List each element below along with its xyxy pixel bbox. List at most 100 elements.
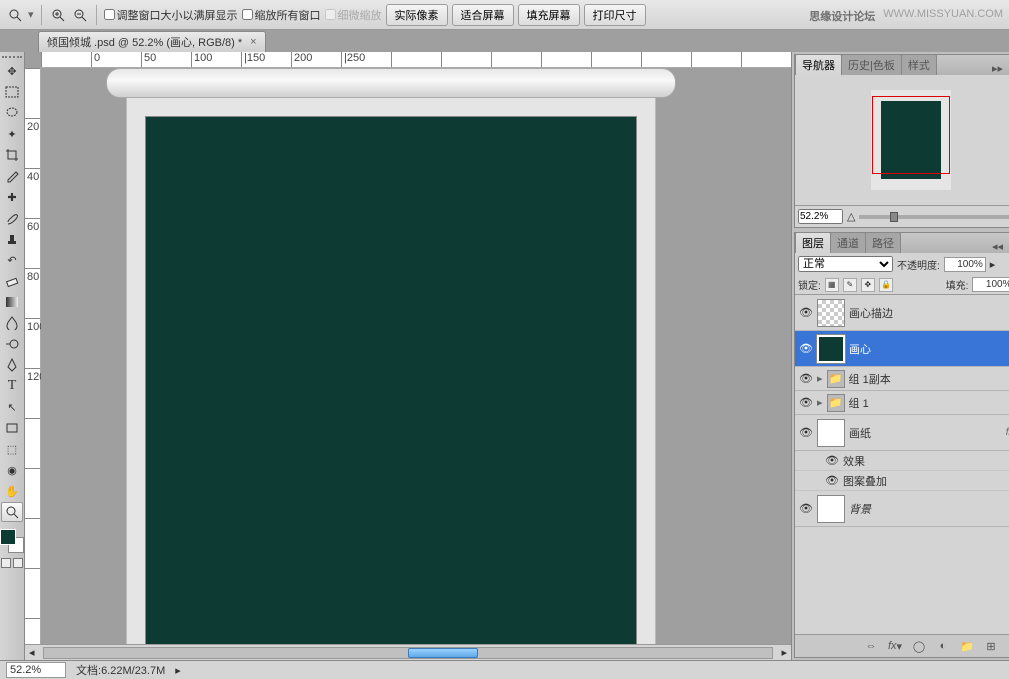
navigator-preview[interactable]	[795, 75, 1009, 205]
history-brush-tool[interactable]: ↶	[1, 250, 23, 270]
scroll-thumb[interactable]	[408, 648, 478, 658]
lock-all-icon[interactable]: 🔒	[879, 278, 893, 292]
layer-row[interactable]: 👁 画纸 fx ▾	[795, 415, 1009, 451]
navigator-zoom-input[interactable]	[798, 209, 843, 224]
layer-group-row[interactable]: 👁 ▸ 📁 组 1	[795, 391, 1009, 415]
horizontal-scrollbar[interactable]: ◂ ▸	[25, 644, 791, 660]
layer-row[interactable]: 👁 画心描边	[795, 295, 1009, 331]
color-swatches[interactable]	[0, 529, 24, 553]
type-tool[interactable]: T	[1, 376, 23, 396]
fine-zoom-checkbox[interactable]: 细微缩放	[325, 7, 382, 23]
visibility-icon[interactable]: 👁	[799, 396, 813, 409]
layers-collapse-icon[interactable]: ◂◂	[988, 240, 1007, 253]
layer-thumb[interactable]	[817, 335, 845, 363]
close-tab-icon[interactable]: ×	[250, 36, 256, 48]
crop-tool[interactable]	[1, 145, 23, 165]
nav-zoomout-icon[interactable]: △	[847, 210, 855, 223]
link-layers-icon[interactable]: ⇔	[862, 638, 880, 654]
tab-history[interactable]: 历史|色板	[841, 54, 902, 75]
effects-header[interactable]: 👁 效果	[795, 451, 1009, 471]
3d-camera-tool[interactable]: ◉	[1, 460, 23, 480]
zoom-all-checkbox[interactable]: 缩放所有窗口	[242, 7, 321, 23]
navigator-slider[interactable]	[859, 215, 1009, 219]
panel-collapse-icon[interactable]: ▸▸	[988, 62, 1007, 75]
adjustment-layer-icon[interactable]: ◐	[934, 638, 952, 654]
move-tool[interactable]: ✥	[1, 61, 23, 81]
blur-tool[interactable]	[1, 313, 23, 333]
tab-channels[interactable]: 通道	[830, 232, 866, 253]
layer-thumb[interactable]	[817, 495, 845, 523]
print-size-button[interactable]: 打印尺寸	[584, 4, 646, 26]
new-group-icon[interactable]: 📁	[958, 638, 976, 654]
tab-layers[interactable]: 图层	[795, 232, 831, 253]
zoom-out-icon[interactable]	[71, 6, 89, 24]
document-tab[interactable]: 倾国倾城 .psd @ 52.2% (画心, RGB/8) * ×	[38, 31, 266, 52]
visibility-icon[interactable]: 👁	[799, 372, 813, 385]
resize-window-checkbox[interactable]: 调整窗口大小以满屏显示	[104, 7, 238, 23]
foreground-color[interactable]	[0, 529, 16, 545]
marquee-tool[interactable]	[1, 82, 23, 102]
lock-transparency-icon[interactable]: ▦	[825, 278, 839, 292]
zoom-in-icon[interactable]	[49, 6, 67, 24]
layer-row[interactable]: 👁 画心	[795, 331, 1009, 367]
group-toggle-icon[interactable]: ▸	[817, 372, 823, 385]
opacity-value[interactable]: 100%	[944, 257, 986, 272]
eraser-tool[interactable]	[1, 271, 23, 291]
lasso-tool[interactable]	[1, 103, 23, 123]
lock-position-icon[interactable]: ✥	[861, 278, 875, 292]
lock-pixels-icon[interactable]: ✎	[843, 278, 857, 292]
zoom-tool[interactable]	[1, 502, 23, 522]
layer-name[interactable]: 组 1	[849, 395, 1009, 411]
layer-name[interactable]: 组 1副本	[849, 371, 1009, 387]
layer-row[interactable]: 👁 背景 🔒	[795, 491, 1009, 527]
ruler-horizontal[interactable]: 050100|150200|250	[41, 52, 791, 68]
gradient-tool[interactable]	[1, 292, 23, 312]
new-layer-icon[interactable]: ⊞	[982, 638, 1000, 654]
pen-tool[interactable]	[1, 355, 23, 375]
tab-paths[interactable]: 路径	[865, 232, 901, 253]
layer-name[interactable]: 画心描边	[849, 305, 1009, 321]
effect-item[interactable]: 👁 图案叠加	[795, 471, 1009, 491]
stamp-tool[interactable]	[1, 229, 23, 249]
canvas-viewport[interactable]	[41, 68, 791, 644]
tab-styles[interactable]: 样式	[901, 54, 937, 75]
wand-tool[interactable]: ✦	[1, 124, 23, 144]
visibility-icon[interactable]: 👁	[799, 502, 813, 515]
visibility-icon[interactable]: 👁	[799, 306, 813, 319]
layer-name[interactable]: 背景	[849, 501, 1005, 517]
layer-name[interactable]: 画心	[849, 341, 1009, 357]
layer-name[interactable]: 画纸	[849, 425, 1002, 441]
blend-mode-select[interactable]: 正常	[798, 256, 893, 272]
fill-value[interactable]: 100%	[972, 277, 1009, 292]
dodge-tool[interactable]	[1, 334, 23, 354]
ruler-vertical[interactable]: 20406080100120	[25, 68, 41, 644]
layer-thumb[interactable]	[817, 419, 845, 447]
zoom-tool-indicator[interactable]	[6, 6, 24, 24]
group-toggle-icon[interactable]: ▸	[817, 396, 823, 409]
actual-pixels-button[interactable]: 实际像素	[386, 4, 448, 26]
folder-icon[interactable]: 📁	[827, 394, 845, 412]
visibility-icon[interactable]: 👁	[799, 342, 813, 355]
visibility-icon[interactable]: 👁	[825, 454, 839, 467]
fit-screen-button[interactable]: 适合屏幕	[452, 4, 514, 26]
3d-tool[interactable]: ⬚	[1, 439, 23, 459]
fill-screen-button[interactable]: 填充屏幕	[518, 4, 580, 26]
status-menu-icon[interactable]: ▸	[175, 664, 181, 677]
path-select-tool[interactable]: ↖	[1, 397, 23, 417]
layer-group-row[interactable]: 👁 ▸ 📁 组 1副本	[795, 367, 1009, 391]
hand-tool[interactable]: ✋	[1, 481, 23, 501]
brush-tool[interactable]	[1, 208, 23, 228]
visibility-icon[interactable]: 👁	[799, 426, 813, 439]
tab-navigator[interactable]: 导航器	[795, 54, 842, 75]
healing-tool[interactable]: ✚	[1, 187, 23, 207]
quickmask-toggle[interactable]	[1, 558, 23, 568]
zoom-field[interactable]: 52.2%	[6, 662, 66, 678]
shape-tool[interactable]	[1, 418, 23, 438]
eyedropper-tool[interactable]	[1, 166, 23, 186]
panel-grip[interactable]	[2, 56, 22, 60]
layer-mask-icon[interactable]: ◯	[910, 638, 928, 654]
layer-thumb[interactable]	[817, 299, 845, 327]
layer-fx-icon[interactable]: fx▾	[886, 638, 904, 654]
folder-icon[interactable]: 📁	[827, 370, 845, 388]
visibility-icon[interactable]: 👁	[825, 474, 839, 487]
